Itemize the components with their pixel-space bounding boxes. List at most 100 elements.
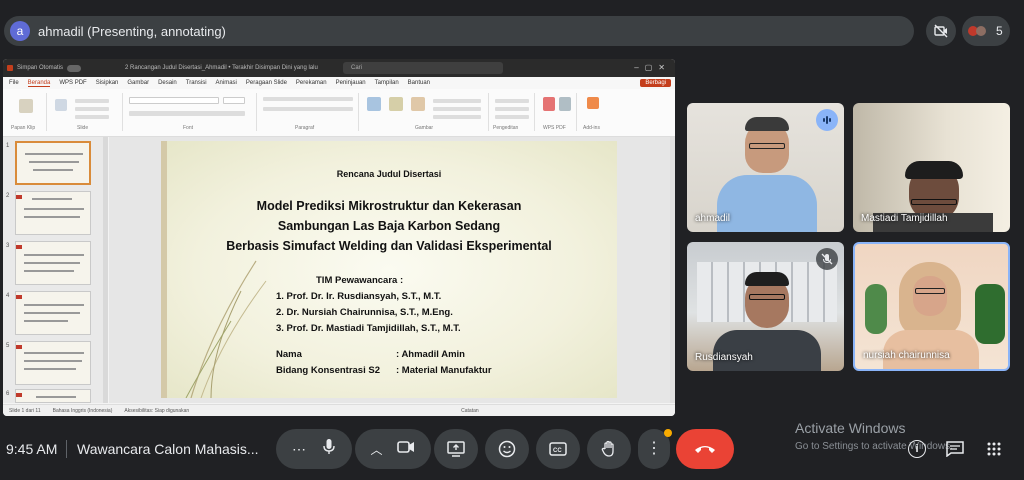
notes-button[interactable]: Catatan [461,408,479,414]
font-size-select[interactable] [223,97,245,104]
slide-title: Model Prediksi Mikrostruktur dan Kekeras… [161,196,617,256]
new-slide-icon[interactable] [55,99,67,111]
autosave-toggle[interactable] [67,64,82,72]
shape-outline-button[interactable] [433,107,481,111]
current-slide: Rencana Judul Disertasi Model Prediksi M… [161,141,617,398]
leave-call-button[interactable] [676,429,734,469]
slide-subtitle: Rencana Judul Disertasi [336,169,442,179]
thumbnail-scrollbar[interactable] [103,137,108,403]
ribbon-tab[interactable]: Transisi [186,80,207,86]
activities-icon[interactable] [985,440,1003,458]
video-controls: ︿ [355,429,431,469]
create-pdf-icon[interactable] [543,97,555,111]
quick-styles-icon[interactable] [411,97,425,111]
participant-name: Rusdiansyah [695,352,753,363]
status-accessibility[interactable]: Aksesibilitas: Siap digunakan [124,408,189,414]
slide-thumbnail[interactable] [15,291,91,335]
slide-decoration [161,141,167,398]
ribbon-tab[interactable]: Desain [158,80,177,86]
raise-hand-button[interactable] [587,429,631,469]
window-controls[interactable]: –▢✕ [634,63,671,72]
font-name-select[interactable] [129,97,219,104]
ribbon-tab[interactable]: File [9,80,19,86]
ppt-search-input[interactable]: Cari [343,62,503,74]
chat-icon[interactable] [946,440,964,458]
shape-fill-button[interactable] [433,99,481,103]
presenter-banner[interactable]: a ahmadil (Presenting, annotating) [4,16,914,46]
audio-options-icon[interactable]: ⋯ [292,441,306,458]
align-buttons[interactable] [263,107,353,111]
find-button[interactable] [495,99,529,103]
slide-title-line: Model Prediksi Mikrostruktur dan Kekeras… [256,199,522,213]
font-format-buttons[interactable] [129,111,245,116]
replace-button[interactable] [495,107,529,111]
clock: 9:45 AM [6,441,58,457]
sign-icon[interactable] [559,97,571,111]
paste-icon[interactable] [19,99,33,113]
ribbon-tab[interactable]: Peragaan Slide [246,80,287,86]
slide-thumbnail[interactable] [15,191,91,235]
audio-controls: ⋯ [276,429,352,469]
ribbon-tab[interactable]: Beranda [27,80,51,87]
info-icon[interactable]: i [908,440,926,458]
more-options-button[interactable]: ⋮ [638,429,672,469]
participant-name: nursiah chairunnisa [863,350,950,361]
ribbon-tab[interactable]: Bantuan [408,80,430,86]
field-value: : Material Manufaktur [396,365,492,376]
reset-button[interactable] [75,107,109,111]
slide-thumbnail[interactable] [15,141,91,185]
speaking-icon [816,109,838,131]
slide-thumbnail-pane: 1 2 3 4 5 6 [3,137,103,403]
camera-off-icon[interactable] [926,16,956,46]
slide-thumbnail[interactable] [15,389,91,403]
ribbon-tab[interactable]: Tampilan [375,80,399,86]
ribbon-tab[interactable]: WPS PDF [59,80,86,86]
thumb-number: 3 [6,243,10,249]
ribbon-tab[interactable]: Animasi [216,80,237,86]
select-button[interactable] [495,115,529,119]
shape-effects-button[interactable] [433,115,481,119]
reactions-button[interactable] [485,429,529,469]
participants-count: 5 [996,24,1003,38]
participant-tile[interactable]: nursiah chairunnisa [853,242,1010,371]
autosave-label[interactable]: Simpan Otomatis [17,65,63,71]
interviewer-item: 1. Prof. Dr. Ir. Rusdiansyah, S.T., M.T. [276,291,442,302]
shapes-icon[interactable] [367,97,381,111]
thumb-number: 2 [6,193,10,199]
participant-tile[interactable]: Mastiadi Tamjidillah [853,103,1010,232]
share-button[interactable]: Berbagi [640,79,671,87]
mic-icon[interactable] [322,438,336,461]
participants-button[interactable]: 5 [962,16,1010,46]
ribbon-tab[interactable]: Perekaman [296,80,327,86]
present-button[interactable] [434,429,478,469]
captions-button[interactable]: CC [536,429,580,469]
slide-thumbnail[interactable] [15,241,91,285]
camera-icon[interactable] [397,440,415,459]
add-ins-icon[interactable] [587,97,599,109]
thumb-number: 4 [6,293,10,299]
activate-windows-subtitle: Go to Settings to activate Windows. [795,441,953,452]
ribbon-group-label: Papan Klip [11,125,36,131]
status-language[interactable]: Bahasa Inggris (Indonesia) [53,408,113,414]
ribbon-tab[interactable]: Peninjauan [336,80,366,86]
meeting-title[interactable]: Wawancara Calon Mahasis... [77,441,259,457]
ribbon-group-label: Slide [77,125,89,131]
ribbon-tab[interactable]: Gambar [127,80,149,86]
participant-tile[interactable]: Rusdiansyah [687,242,844,371]
slide-thumbnail[interactable] [15,341,91,385]
divider [66,440,67,458]
presenter-avatar: a [10,21,30,41]
participant-face [913,276,947,316]
slide-scrollbar[interactable] [670,137,675,403]
participant-tile[interactable]: ahmadil [687,103,844,232]
list-buttons[interactable] [263,97,353,101]
layout-button[interactable] [75,99,109,103]
arrange-icon[interactable] [389,97,403,111]
section-button[interactable] [75,115,109,119]
thumb-number: 6 [6,391,10,397]
ribbon-group-editing: Pengeditan [491,93,535,131]
video-options-icon[interactable]: ︿ [370,441,382,458]
ribbon-tab[interactable]: Sisipkan [96,80,119,86]
hang-up-icon [695,446,715,453]
ribbon-group-clipboard: Papan Klip [7,93,47,131]
